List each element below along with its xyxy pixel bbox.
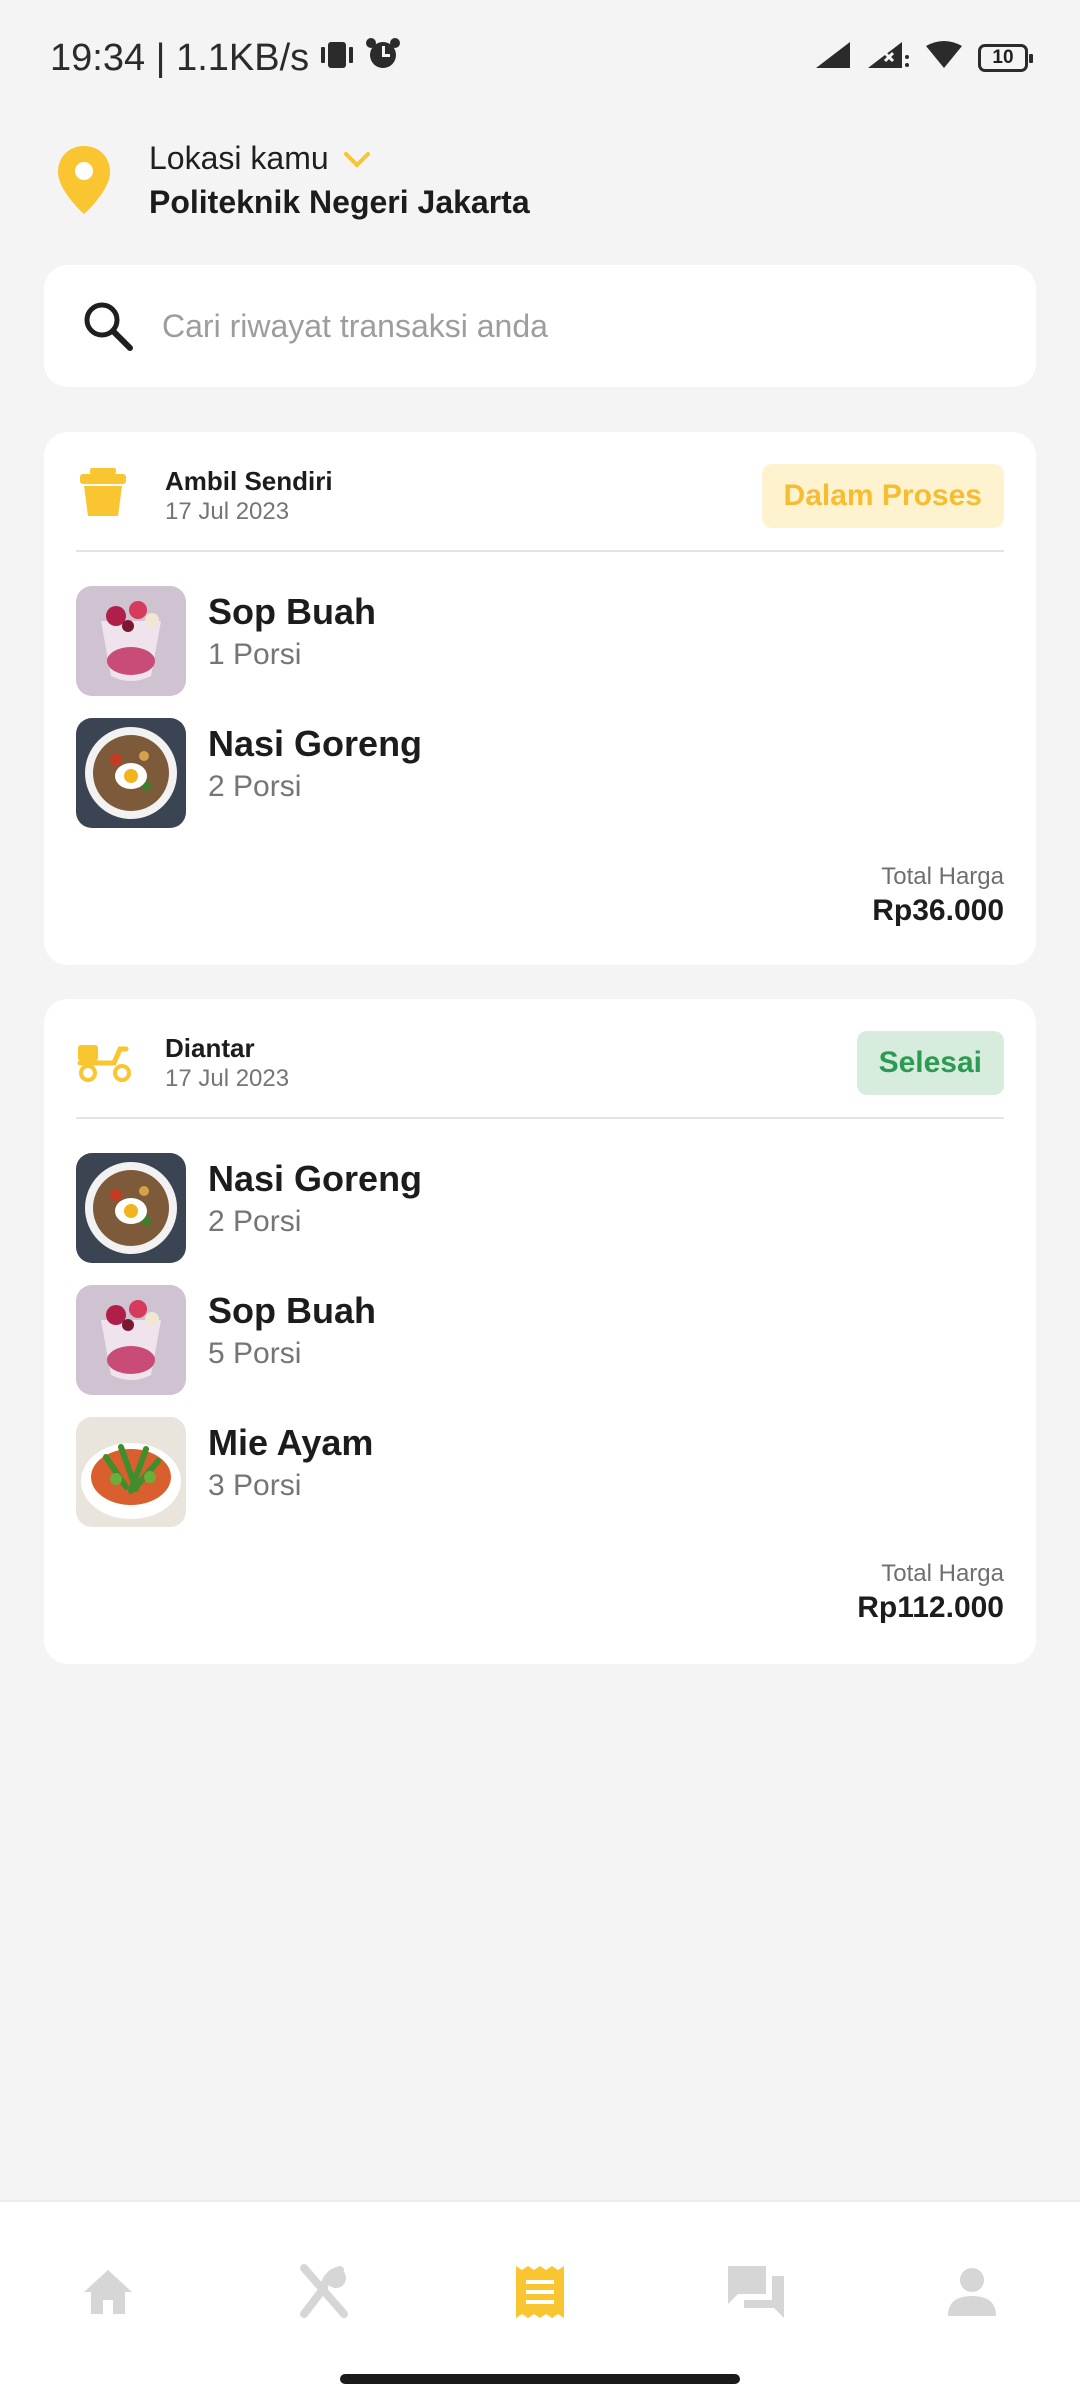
list-item: Mie Ayam 3 Porsi — [76, 1417, 1004, 1527]
signal-no-service-icon — [866, 40, 910, 75]
list-item: Sop Buah 5 Porsi — [76, 1285, 1004, 1395]
sop-buah-image — [76, 1285, 186, 1395]
takeaway-bag-icon — [76, 466, 130, 523]
item-name: Mie Ayam — [208, 1422, 374, 1463]
total-price: Rp112.000 — [857, 1591, 1004, 1624]
nav-chat[interactable] — [716, 2254, 796, 2334]
list-item: Sop Buah 1 Porsi — [76, 586, 1004, 696]
item-name: Sop Buah — [208, 1290, 376, 1331]
order-items: Nasi Goreng 2 Porsi Sop Buah 5 Porsi Mie… — [76, 1153, 1004, 1527]
order-card[interactable]: Ambil Sendiri 17 Jul 2023 Dalam Proses S… — [44, 432, 1036, 965]
item-quantity: 2 Porsi — [208, 1205, 302, 1238]
status-badge: Dalam Proses — [761, 464, 1004, 528]
order-type: Ambil Sendiri — [165, 466, 333, 496]
item-name: Nasi Goreng — [208, 723, 423, 764]
total-label: Total Harga — [881, 1560, 1004, 1587]
location-selector[interactable]: Lokasi kamu Politeknik Negeri Jakarta — [56, 140, 1016, 230]
location-caption: Lokasi kamu — [149, 140, 329, 176]
item-quantity: 5 Porsi — [208, 1337, 302, 1370]
status-time: 19:34 | 1.1KB/s — [50, 36, 310, 79]
nav-menu[interactable] — [284, 2254, 364, 2334]
profile-icon — [946, 2266, 998, 2323]
order-card[interactable]: Diantar 17 Jul 2023 Selesai Nasi Goreng … — [44, 999, 1036, 1664]
battery-indicator: 10 — [978, 43, 1033, 72]
item-quantity: 2 Porsi — [208, 770, 302, 803]
nasi-goreng-image — [76, 1153, 186, 1263]
list-item: Nasi Goreng 2 Porsi — [76, 718, 1004, 828]
restaurant-icon — [296, 2263, 352, 2325]
scooter-delivery-icon — [76, 1033, 134, 1088]
item-name: Nasi Goreng — [208, 1158, 423, 1199]
item-quantity: 1 Porsi — [208, 638, 302, 671]
order-items: Sop Buah 1 Porsi Nasi Goreng 2 Porsi — [76, 586, 1004, 828]
chevron-down-icon[interactable] — [343, 140, 371, 177]
search-input[interactable] — [162, 307, 962, 345]
mie-ayam-image — [76, 1417, 186, 1527]
home-icon — [80, 2266, 136, 2323]
item-quantity: 3 Porsi — [208, 1469, 302, 1502]
order-header: Diantar 17 Jul 2023 Selesai — [76, 999, 1004, 1119]
status-badge: Selesai — [856, 1031, 1004, 1095]
bottom-navigation — [0, 2200, 1080, 2400]
status-bar: 19:34 | 1.1KB/s 10 — [0, 0, 1080, 120]
signal-icon — [814, 40, 852, 75]
search-icon — [82, 300, 134, 352]
location-name: Politeknik Negeri Jakarta — [149, 184, 530, 220]
location-pin-icon — [56, 144, 112, 221]
wifi-icon — [924, 40, 964, 75]
list-item: Nasi Goreng 2 Porsi — [76, 1153, 1004, 1263]
nav-profile[interactable] — [932, 2254, 1012, 2334]
sop-buah-image — [76, 586, 186, 696]
order-type: Diantar — [165, 1033, 255, 1063]
order-date: 17 Jul 2023 — [165, 498, 290, 525]
vibrate-icon — [319, 37, 355, 80]
order-date: 17 Jul 2023 — [165, 1065, 290, 1092]
receipt-icon — [514, 2264, 566, 2325]
alarm-icon — [365, 36, 401, 80]
home-indicator[interactable] — [340, 2374, 740, 2384]
nav-orders[interactable] — [500, 2254, 580, 2334]
chat-icon — [726, 2264, 786, 2325]
nav-home[interactable] — [68, 2254, 148, 2334]
total-price: Rp36.000 — [872, 894, 1004, 927]
search-bar[interactable] — [44, 265, 1036, 387]
total-label: Total Harga — [881, 863, 1004, 890]
nasi-goreng-image — [76, 718, 186, 828]
item-name: Sop Buah — [208, 591, 376, 632]
order-header: Ambil Sendiri 17 Jul 2023 Dalam Proses — [76, 432, 1004, 552]
